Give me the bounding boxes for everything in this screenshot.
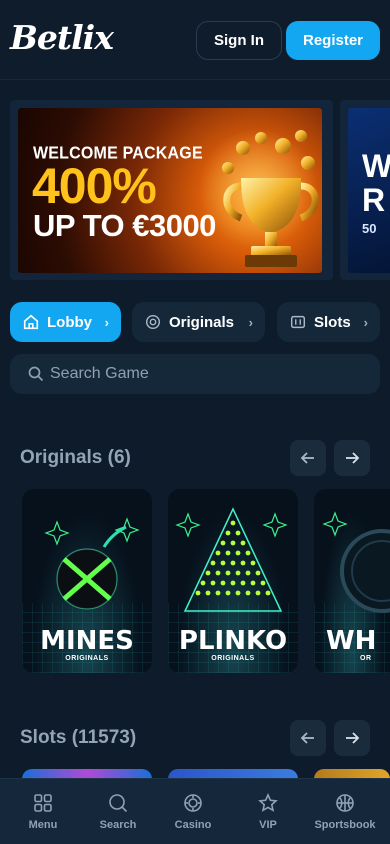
game-subtitle: OR: [360, 655, 372, 662]
tab-slots-label: Slots: [314, 313, 351, 331]
arrow-right-icon: [346, 452, 360, 464]
tab-originals-label: Originals: [169, 313, 235, 331]
trophy-icon: [222, 130, 319, 267]
game-title: PLINKO: [178, 626, 288, 656]
search-input[interactable]: [50, 365, 350, 383]
top-header: Betlix Sign In Register: [0, 0, 390, 80]
arrow-right-icon: [346, 732, 360, 744]
game-card-plinko[interactable]: PLINKO ORIGINALS: [168, 489, 298, 673]
bomb-icon: [44, 517, 140, 610]
ball-icon: [336, 794, 354, 812]
game-title: WH: [326, 626, 377, 656]
banner-amount: UP TO €3000: [33, 208, 216, 243]
tab-originals[interactable]: Originals ›: [132, 302, 265, 342]
nav-menu[interactable]: Menu: [13, 779, 73, 844]
search-icon: [28, 366, 44, 382]
banner-next-line2: R: [362, 182, 386, 218]
plinko-pyramid-icon: [175, 507, 288, 612]
nav-label: VIP: [259, 819, 277, 831]
grid-icon: [34, 794, 52, 812]
game-title: MINES: [40, 626, 134, 656]
nav-sportsbook[interactable]: Sportsbook: [305, 779, 385, 844]
chevron-right-icon: ›: [363, 314, 368, 330]
tab-slots[interactable]: Slots ›: [277, 302, 380, 342]
nav-label: Sportsbook: [314, 819, 376, 831]
chevron-right-icon: ›: [248, 314, 253, 330]
home-icon: [23, 314, 39, 330]
register-button[interactable]: Register: [286, 21, 380, 60]
section-title-originals: Originals (6): [20, 447, 131, 468]
promo-banner-next[interactable]: W R 50: [348, 108, 390, 273]
tab-lobby[interactable]: Lobby ›: [10, 302, 121, 342]
nav-label: Search: [99, 819, 137, 831]
originals-icon: [145, 314, 161, 330]
game-card-wheel[interactable]: WH OR: [314, 489, 390, 673]
nav-label: Casino: [174, 819, 212, 831]
banner-next-line3: 50: [362, 221, 377, 236]
sign-in-button[interactable]: Sign In: [196, 21, 282, 60]
bottom-navigation: Menu Search Casino VIP Sportsbook: [0, 778, 390, 844]
nav-casino[interactable]: Casino: [163, 779, 223, 844]
game-subtitle: ORIGINALS: [65, 655, 109, 662]
brand-logo[interactable]: Betlix: [10, 18, 114, 57]
search-icon: [109, 794, 128, 813]
originals-next-button[interactable]: [334, 440, 370, 476]
slots-prev-button[interactable]: [290, 720, 326, 756]
game-search-bar[interactable]: [10, 354, 380, 394]
banner-next-line1: W: [362, 148, 390, 184]
nav-label: Menu: [28, 819, 58, 831]
section-title-slots: Slots (11573): [20, 727, 137, 748]
nav-search[interactable]: Search: [88, 779, 148, 844]
banner-percent: 400%: [32, 158, 157, 214]
tab-lobby-label: Lobby: [47, 313, 92, 331]
nav-vip[interactable]: VIP: [238, 779, 298, 844]
game-subtitle: ORIGINALS: [211, 655, 255, 662]
slots-next-button[interactable]: [334, 720, 370, 756]
game-card-mines[interactable]: MINES ORIGINALS: [22, 489, 152, 673]
chevron-right-icon: ›: [104, 314, 109, 330]
arrow-left-icon: [300, 452, 314, 464]
arrow-left-icon: [300, 732, 314, 744]
originals-prev-button[interactable]: [290, 440, 326, 476]
star-icon: [258, 793, 278, 812]
promo-banner[interactable]: WELCOME PACKAGE 400% UP TO €3000: [18, 108, 322, 273]
slots-icon: [290, 315, 306, 329]
wheel-icon: [322, 511, 390, 613]
casino-chip-icon: [184, 794, 202, 812]
